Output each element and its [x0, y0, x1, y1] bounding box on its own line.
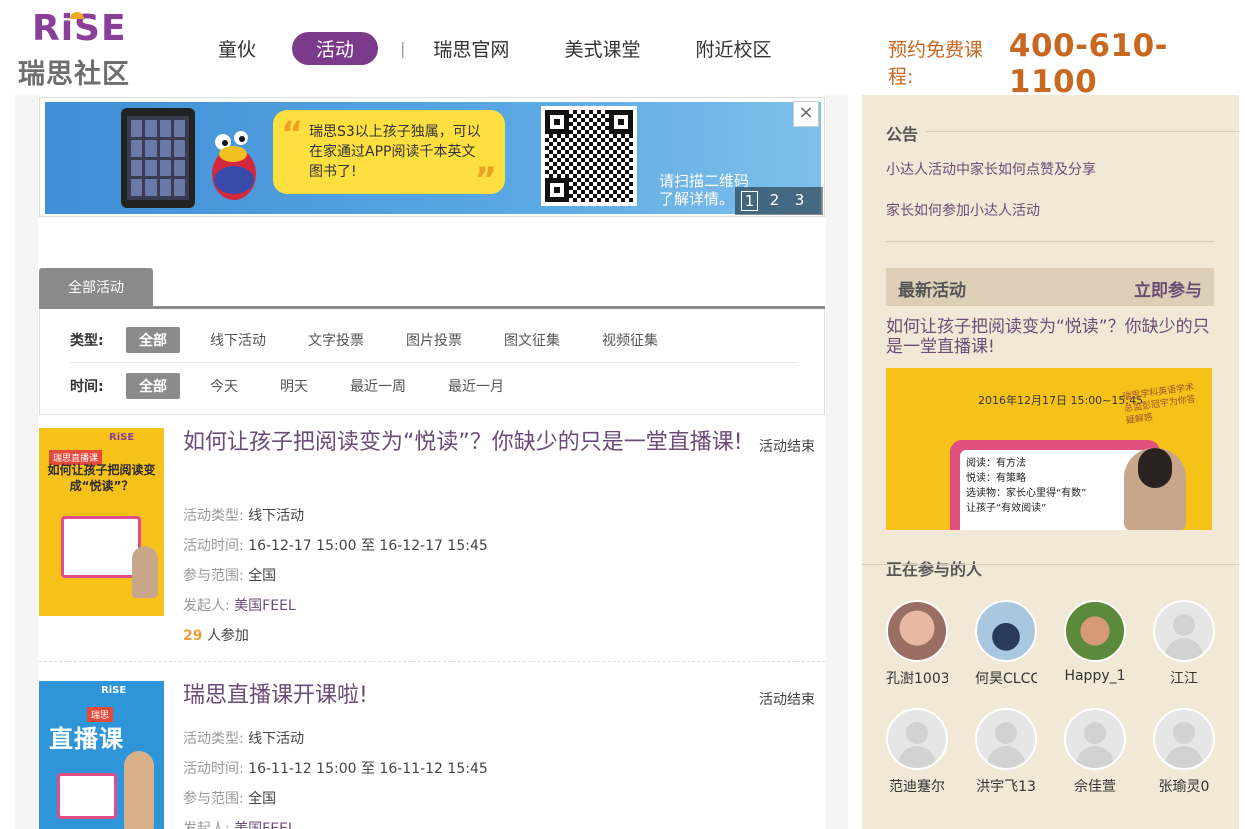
nav-activities[interactable]: 活动: [292, 32, 379, 65]
hotline: 预约免费课程: 400-610-1100: [888, 28, 1245, 100]
latest-activity-bar: 最新活动 立即参与: [886, 268, 1214, 306]
type-filter-row: 类型: 全部 线下活动 文字投票 图片投票 图文征集 视频征集: [70, 327, 700, 353]
time-filter-week[interactable]: 最近一周: [350, 374, 406, 398]
notice-item[interactable]: 家长如何参加小达人活动: [886, 200, 1040, 220]
avatar[interactable]: [975, 600, 1037, 662]
activity-poster[interactable]: RiSE 瑞思直播课 如何让孩子把阅读变成“悦读”？: [39, 428, 164, 616]
sidebar-divider: [886, 241, 1214, 242]
nav-tonghuo[interactable]: 童伙: [218, 35, 256, 62]
banner-pager: 1 2 3: [735, 187, 823, 215]
participant[interactable]: 何昊CLCC: [975, 600, 1064, 688]
notice-item[interactable]: 小达人活动中家长如何点赞及分享: [886, 159, 1096, 179]
sidebar: 公告 小达人活动中家长如何点赞及分享 家长如何参加小达人活动 最新活动 立即参与…: [862, 95, 1239, 829]
nav-separator: |: [400, 39, 406, 58]
banner-page-1[interactable]: 1: [741, 191, 758, 211]
participant[interactable]: 孔澍1003: [886, 600, 975, 688]
activity-title[interactable]: 如何让孩子把阅读变为“悦读”？你缺少的只是一堂直播课!: [183, 428, 743, 458]
activity-status: 活动结束: [759, 692, 815, 708]
filter-divider: [70, 362, 798, 363]
latest-activity-image[interactable]: 2016年12月17日 15:00~15:45 瑞思学科英语学术总监彭冠宇为你答…: [886, 368, 1212, 530]
participant[interactable]: 范迪蹇尔: [886, 708, 975, 796]
activity-initiator: 发起人: 美国FEEL: [183, 818, 296, 829]
default-avatar-icon[interactable]: [1153, 600, 1215, 662]
activity-item: RiSE 瑞思 直播课 瑞思直播课开课啦! 活动结束 活动类型: 线下活动 活动…: [39, 681, 825, 829]
participant[interactable]: 江江: [1153, 600, 1242, 688]
site-header: RiSE 瑞思社区 童伙 活动 | 瑞思官网 美式课堂 附近校区 预约免费课程:…: [0, 0, 1245, 100]
default-avatar-icon[interactable]: [886, 708, 948, 770]
filter-panel: 类型: 全部 线下活动 文字投票 图片投票 图文征集 视频征集 时间: 全部 今…: [39, 309, 825, 415]
initiator-link[interactable]: 美国FEEL: [234, 821, 296, 829]
banner-image[interactable]: “ 瑞思S3以上孩子独属，可以在家通过APP阅读千本英文图书了! ” 请扫描二维…: [45, 102, 821, 214]
time-filter-label: 时间:: [70, 379, 104, 395]
time-filter-all[interactable]: 全部: [126, 373, 180, 399]
type-filter-image-text[interactable]: 图文征集: [504, 328, 560, 352]
bubble-text: 瑞思S3以上孩子独属，可以在家通过APP阅读千本英文图书了!: [309, 124, 481, 180]
qr-code-icon: [541, 106, 637, 206]
type-filter-image-vote[interactable]: 图片投票: [406, 328, 462, 352]
avatar[interactable]: [1064, 600, 1126, 662]
mascot-icon: [212, 131, 256, 200]
activity-poster[interactable]: RiSE 瑞思 直播课: [39, 681, 164, 829]
hotline-label: 预约免费课程:: [888, 39, 984, 88]
latest-activity-title[interactable]: 如何让孩子把阅读变为“悦读”？你缺少的只是一堂直播课!: [886, 317, 1216, 357]
banner-close-button[interactable]: ×: [793, 101, 819, 127]
participant-grid: 孔澍1003 何昊CLCC Happy_1 江江 范迪蹇尔 洪宇飞13 佘佳萱: [886, 600, 1226, 796]
participant-count: 29 人参加: [183, 628, 249, 644]
activity-scope: 参与范围: 全国: [183, 791, 277, 807]
participant[interactable]: 洪宇飞13: [975, 708, 1064, 796]
tab-all-activities[interactable]: 全部活动: [39, 268, 153, 308]
join-now-link[interactable]: 立即参与: [1134, 276, 1202, 301]
activity-initiator: 发起人: 美国FEEL: [183, 598, 296, 614]
participant[interactable]: Happy_1: [1064, 600, 1153, 688]
type-filter-label: 类型:: [70, 333, 104, 349]
latest-activity-heading: 最新活动: [898, 281, 966, 301]
type-filter-offline[interactable]: 线下活动: [210, 328, 266, 352]
type-filter-all[interactable]: 全部: [126, 327, 180, 353]
banner-page-3[interactable]: 3: [791, 191, 808, 211]
banner-page-2[interactable]: 2: [766, 191, 783, 211]
participants-heading: 正在参与的人: [886, 560, 983, 579]
tablet-illustration: [121, 108, 195, 208]
avatar[interactable]: [886, 600, 948, 662]
participant-name: 佘佳萱: [1074, 779, 1116, 795]
activity-scope: 参与范围: 全国: [183, 568, 277, 584]
type-filter-video[interactable]: 视频征集: [602, 328, 658, 352]
type-filter-text-vote[interactable]: 文字投票: [308, 328, 364, 352]
participant-name: 洪宇飞13: [976, 779, 1036, 795]
activity-item: RiSE 瑞思直播课 如何让孩子把阅读变成“悦读”？ 如何让孩子把阅读变为“悦读…: [39, 428, 825, 662]
default-avatar-icon[interactable]: [1064, 708, 1126, 770]
default-avatar-icon[interactable]: [975, 708, 1037, 770]
time-filter-today[interactable]: 今天: [210, 374, 238, 398]
notice-heading: 公告: [886, 125, 919, 144]
default-avatar-icon[interactable]: [1153, 708, 1215, 770]
activity-time: 活动时间: 16-12-17 15:00 至 16-12-17 15:45: [183, 538, 488, 554]
speech-bubble: “ 瑞思S3以上孩子独属，可以在家通过APP阅读千本英文图书了! ”: [273, 110, 505, 200]
activity-type: 活动类型: 线下活动: [183, 731, 305, 747]
participant[interactable]: 张瑜灵0: [1153, 708, 1242, 796]
activity-title[interactable]: 瑞思直播课开课啦!: [183, 681, 743, 711]
participant[interactable]: 佘佳萱: [1064, 708, 1153, 796]
logo-chinese: 瑞思社区: [18, 59, 130, 90]
main-nav: 童伙 活动 | 瑞思官网 美式课堂 附近校区: [200, 32, 771, 65]
nav-official-site[interactable]: 瑞思官网: [433, 35, 509, 62]
participant-name: 江江: [1170, 671, 1198, 687]
time-filter-row: 时间: 全部 今天 明天 最近一周 最近一月: [70, 373, 546, 399]
nav-nearby-campus[interactable]: 附近校区: [695, 35, 771, 62]
activity-type: 活动类型: 线下活动: [183, 508, 305, 524]
activity-time: 活动时间: 16-11-12 15:00 至 16-11-12 15:45: [183, 761, 488, 777]
initiator-link[interactable]: 美国FEEL: [234, 598, 296, 614]
hotline-number[interactable]: 400-610-1100: [1009, 28, 1245, 100]
participant-name: 范迪蹇尔: [889, 779, 945, 795]
participant-name: 孔澍1003: [886, 671, 948, 687]
rise-logo[interactable]: RiSE 瑞思社区: [18, 8, 136, 90]
participant-name: Happy_1: [1064, 668, 1126, 684]
participant-name: 张瑜灵0: [1158, 779, 1210, 795]
activity-status: 活动结束: [759, 439, 815, 455]
time-filter-month[interactable]: 最近一月: [448, 374, 504, 398]
time-filter-tomorrow[interactable]: 明天: [280, 374, 308, 398]
nav-american-class[interactable]: 美式课堂: [564, 35, 640, 62]
participant-name: 何昊CLCC: [975, 671, 1037, 687]
logo-dot-icon: [70, 12, 84, 19]
promo-banner[interactable]: “ 瑞思S3以上孩子独属，可以在家通过APP阅读千本英文图书了! ” 请扫描二维…: [39, 97, 825, 217]
